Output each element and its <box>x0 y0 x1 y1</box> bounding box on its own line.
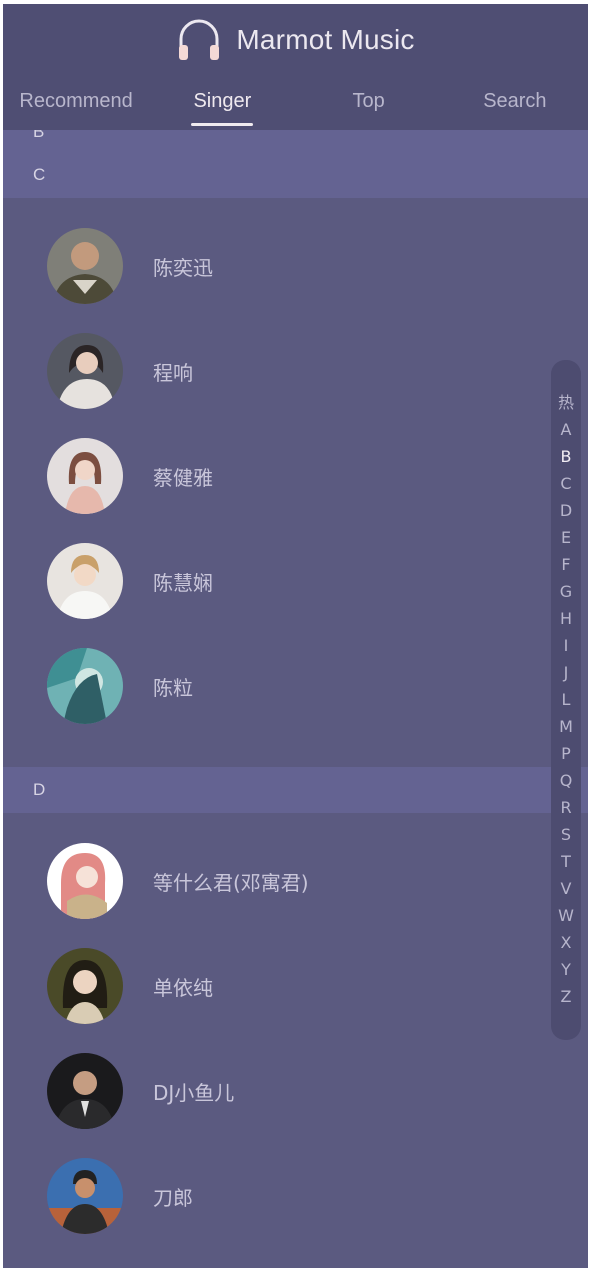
singer-row[interactable]: 陈奕迅 <box>3 216 548 316</box>
singer-avatar <box>47 843 123 919</box>
app-root: Marmot Music Recommend Singer Top Search… <box>3 4 588 1268</box>
index-letter[interactable]: T <box>551 848 581 875</box>
index-letter[interactable]: Z <box>551 983 581 1010</box>
singer-row[interactable]: 程响 <box>3 321 548 421</box>
app-header: Marmot Music Recommend Singer Top Search <box>3 4 588 130</box>
index-letter[interactable]: W <box>551 902 581 929</box>
group-letter: C <box>33 165 46 184</box>
alphabet-index[interactable]: 热ABCDEFGHIJLMPQRSTVWXYZ <box>551 360 581 1040</box>
tab-label: Singer <box>193 90 252 112</box>
index-letter[interactable]: Y <box>551 956 581 983</box>
singer-avatar <box>47 648 123 724</box>
index-letter[interactable]: I <box>551 632 581 659</box>
tab-top[interactable]: Top <box>296 82 442 126</box>
index-letter[interactable]: H <box>551 605 581 632</box>
index-letter[interactable]: P <box>551 740 581 767</box>
singer-name: 刀郎 <box>153 1185 193 1210</box>
singer-row[interactable]: 等什么君(邓寓君) <box>3 831 548 931</box>
index-letter[interactable]: L <box>551 686 581 713</box>
singer-avatar <box>47 1158 123 1234</box>
singer-row[interactable]: 陈粒 <box>3 636 548 736</box>
tab-label: Search <box>483 90 547 112</box>
index-letter[interactable]: D <box>551 497 581 524</box>
group-letter: B <box>33 130 45 141</box>
index-letter[interactable]: G <box>551 578 581 605</box>
tab-bar: Recommend Singer Top Search <box>3 82 588 126</box>
singer-row[interactable]: 单依纯 <box>3 936 548 1036</box>
index-letter[interactable]: B <box>551 443 581 470</box>
group-header-d: D <box>3 767 588 813</box>
index-letter[interactable]: X <box>551 929 581 956</box>
tab-label: Recommend <box>19 90 133 112</box>
tab-recommend[interactable]: Recommend <box>3 82 149 126</box>
singer-name: DJ小鱼儿 <box>153 1080 235 1105</box>
singer-row[interactable]: 刀郎 <box>3 1146 548 1246</box>
index-letter[interactable]: Q <box>551 767 581 794</box>
index-letter[interactable]: J <box>551 659 581 686</box>
tab-label: Top <box>352 90 385 112</box>
group-letter: D <box>33 780 46 799</box>
singer-row[interactable]: 蔡健雅 <box>3 426 548 526</box>
singer-avatar <box>47 228 123 304</box>
active-tab-indicator <box>191 123 254 126</box>
group-header-b: B <box>3 130 588 154</box>
singer-name: 陈粒 <box>153 675 193 700</box>
headphones-icon <box>176 17 222 63</box>
index-letter[interactable]: M <box>551 713 581 740</box>
singer-avatar <box>47 1053 123 1129</box>
index-letter[interactable]: 热 <box>551 389 581 416</box>
index-letter[interactable]: E <box>551 524 581 551</box>
singer-name: 单依纯 <box>153 975 213 1000</box>
singer-name: 等什么君(邓寓君) <box>153 870 309 895</box>
singer-row[interactable]: 陈慧娴 <box>3 531 548 631</box>
singer-list[interactable]: B C 陈奕迅 程响 蔡健雅 陈慧娴 陈粒 D 等什么君(邓寓君) 单依纯 DJ… <box>3 130 588 1268</box>
group-header-c: C <box>3 152 588 198</box>
tab-singer[interactable]: Singer <box>149 82 295 126</box>
brand: Marmot Music <box>3 12 588 68</box>
singer-name: 程响 <box>153 360 193 385</box>
app-title: Marmot Music <box>236 24 415 55</box>
index-letter[interactable]: S <box>551 821 581 848</box>
singer-name: 陈慧娴 <box>153 570 213 595</box>
index-letter[interactable]: A <box>551 416 581 443</box>
singer-avatar <box>47 333 123 409</box>
index-letter[interactable]: V <box>551 875 581 902</box>
index-letter[interactable]: C <box>551 470 581 497</box>
singer-avatar <box>47 438 123 514</box>
tab-search[interactable]: Search <box>442 82 588 126</box>
singer-avatar <box>47 543 123 619</box>
index-letter[interactable]: F <box>551 551 581 578</box>
singer-name: 陈奕迅 <box>153 255 213 280</box>
index-letter[interactable]: R <box>551 794 581 821</box>
singer-avatar <box>47 948 123 1024</box>
singer-name: 蔡健雅 <box>153 465 213 490</box>
singer-row[interactable]: DJ小鱼儿 <box>3 1041 548 1141</box>
